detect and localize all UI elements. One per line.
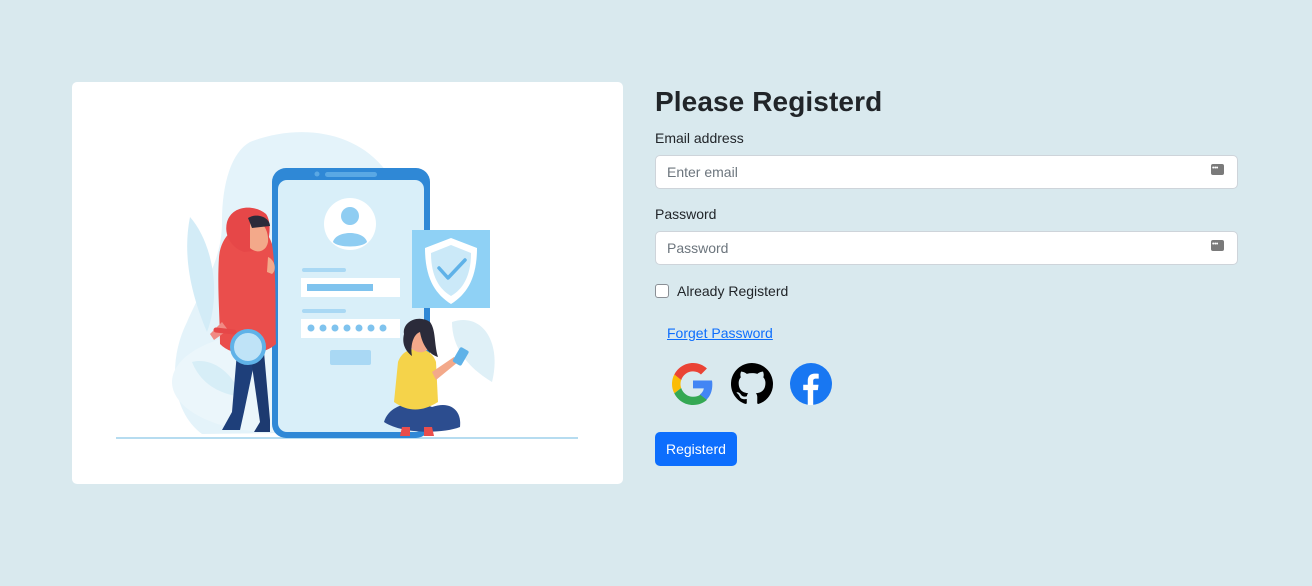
email-input[interactable] (655, 155, 1238, 189)
password-field-wrapper (655, 231, 1238, 265)
password-manager-key-icon[interactable] (1211, 240, 1224, 251)
page-title: Please Registerd (655, 86, 883, 117)
registration-illustration (72, 82, 623, 484)
already-registered-checkbox[interactable] (655, 284, 669, 298)
facebook-icon[interactable] (790, 363, 832, 405)
forget-password-link[interactable]: Forget Password (667, 325, 773, 341)
password-label: Password (655, 206, 717, 222)
already-registered-label: Already Registerd (677, 283, 789, 299)
registration-form: Please Registerd Email address Password … (655, 82, 1238, 466)
email-label: Email address (655, 130, 744, 146)
register-button[interactable]: Registerd (655, 432, 737, 466)
password-input[interactable] (655, 231, 1238, 265)
password-manager-key-icon[interactable] (1211, 164, 1224, 175)
github-icon[interactable] (731, 363, 773, 405)
google-icon[interactable] (672, 363, 714, 405)
social-login-row (672, 363, 1238, 405)
email-field-wrapper (655, 155, 1238, 189)
already-registered-row: Already Registerd (655, 283, 1238, 299)
